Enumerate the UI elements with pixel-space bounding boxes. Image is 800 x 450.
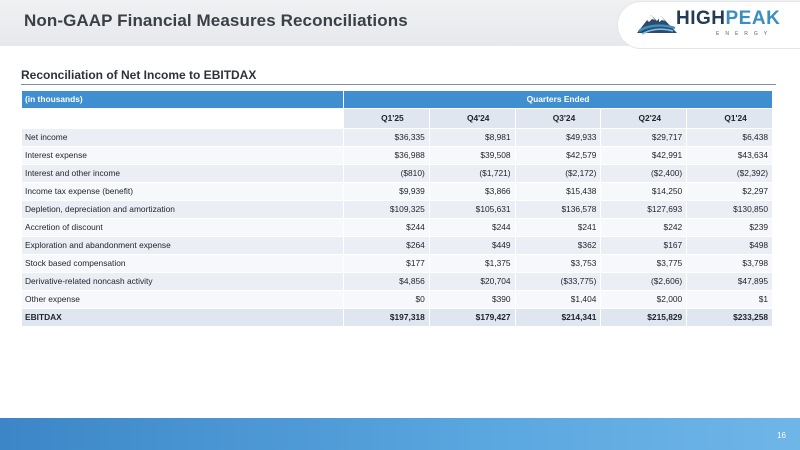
row-label: Depletion, depreciation and amortization <box>21 200 344 219</box>
row-value: $197,318 <box>343 308 430 327</box>
row-value: $264 <box>343 236 430 255</box>
row-value: $15,438 <box>514 182 602 201</box>
row-value: $20,704 <box>428 272 516 291</box>
row-value: $42,579 <box>514 146 602 165</box>
row-value: $127,693 <box>600 200 688 219</box>
row-value: $362 <box>514 236 602 255</box>
row-label: Other expense <box>21 290 344 309</box>
table-row: Accretion of discount $244 $244 $241 $242 $23… <box>21 218 774 237</box>
table-row: Stock based compensation $177 $1,375 $3,753… <box>21 254 774 273</box>
row-label: Exploration and abandonment expense <box>21 236 344 255</box>
table-row: Other expense $0 $390 $1,404 $2,000 $1 <box>21 290 774 309</box>
row-value: $167 <box>600 236 688 255</box>
row-value: $36,335 <box>343 128 430 147</box>
row-value: $2,000 <box>600 290 688 309</box>
row-value: $177 <box>343 254 430 273</box>
row-value: $47,895 <box>686 272 774 291</box>
row-value: $105,631 <box>428 200 516 219</box>
slide-footer: 16 <box>0 418 800 450</box>
reconciliation-table: (in thousands) Quarters Ended Q1'25 Q4'2… <box>21 90 774 327</box>
row-value: ($33,775) <box>514 272 602 291</box>
row-label: Interest and other income <box>21 164 344 183</box>
brand-logo: HIGHPEAK <box>676 9 780 29</box>
mountain-peak-icon <box>637 15 677 35</box>
column-header: Q3'24 <box>514 108 602 129</box>
logo-subtext: ENERGY <box>716 31 774 37</box>
row-value: $244 <box>343 218 430 237</box>
row-value: $449 <box>428 236 516 255</box>
column-header: Q4'24 <box>428 108 516 129</box>
row-value: $14,250 <box>600 182 688 201</box>
row-value: ($2,172) <box>514 164 602 183</box>
table-total-row: EBITDAX $197,318 $179,427 $214,341 $215,829 $… <box>21 308 774 327</box>
column-header-row: Q1'25 Q4'24 Q3'24 Q2'24 Q1'24 <box>21 108 774 129</box>
section-title: Reconciliation of Net Income to EBITDAX <box>21 68 257 82</box>
row-value: $1 <box>686 290 774 309</box>
row-value: $241 <box>514 218 602 237</box>
row-value: $3,798 <box>686 254 774 273</box>
group-header: Quarters Ended <box>342 90 774 109</box>
row-value: ($2,392) <box>686 164 774 183</box>
units-label: (in thousands) <box>21 90 344 109</box>
row-value: $49,933 <box>514 128 602 147</box>
row-value: ($1,721) <box>428 164 516 183</box>
row-value: $8,981 <box>428 128 516 147</box>
row-value: $3,775 <box>600 254 688 273</box>
logo-word-high: HIGH <box>676 8 726 29</box>
row-value: ($2,400) <box>600 164 688 183</box>
row-value: $215,829 <box>600 308 688 327</box>
row-label: EBITDAX <box>21 308 344 327</box>
table-row: Interest and other income ($810) ($1,721)(… <box>21 164 774 183</box>
row-value: $109,325 <box>343 200 430 219</box>
column-header: Q1'25 <box>343 108 430 129</box>
table-row: Interest expense $36,988 $39,508 $42,579 $42… <box>21 146 774 165</box>
logo-word-peak: PEAK <box>725 8 781 29</box>
row-value: $244 <box>428 218 516 237</box>
row-value: $233,258 <box>686 308 774 327</box>
row-value: $29,717 <box>600 128 688 147</box>
row-value: ($2,606) <box>600 272 688 291</box>
row-label: Income tax expense (benefit) <box>21 182 344 201</box>
row-value: $43,634 <box>686 146 774 165</box>
row-value: $0 <box>343 290 430 309</box>
row-value: $36,988 <box>343 146 430 165</box>
column-header: Q2'24 <box>600 108 688 129</box>
table-row: Net income $36,335 $8,981 $49,933 $29,717 $6,… <box>21 128 774 147</box>
row-value: $39,508 <box>428 146 516 165</box>
row-value: $242 <box>600 218 688 237</box>
table-body: Net income $36,335 $8,981 $49,933 $29,717 $6,… <box>21 128 774 327</box>
table-row: Income tax expense (benefit) $9,939 $3,866… <box>21 182 774 201</box>
table-row: Depletion, depreciation and amortization… <box>21 200 774 219</box>
row-value: $498 <box>686 236 774 255</box>
row-value: $3,866 <box>428 182 516 201</box>
row-label: Interest expense <box>21 146 344 165</box>
row-value: ($810) <box>343 164 430 183</box>
row-value: $42,991 <box>600 146 688 165</box>
row-value: $1,404 <box>514 290 602 309</box>
table-row: Derivative-related noncash activity $4,85… <box>21 272 774 291</box>
row-value: $214,341 <box>514 308 602 327</box>
row-value: $239 <box>686 218 774 237</box>
row-label: Accretion of discount <box>21 218 344 237</box>
row-label: Derivative-related noncash activity <box>21 272 344 291</box>
row-label: Stock based compensation <box>21 254 344 273</box>
page-title: Non-GAAP Financial Measures Reconciliati… <box>24 11 408 30</box>
row-value: $9,939 <box>343 182 430 201</box>
row-value: $179,427 <box>428 308 516 327</box>
row-value: $4,856 <box>343 272 430 291</box>
row-value: $6,438 <box>686 128 774 147</box>
row-label: Net income <box>21 128 344 147</box>
table-row: Exploration and abandonment expense $264 $… <box>21 236 774 255</box>
row-value: $1,375 <box>428 254 516 273</box>
page-number: 16 <box>777 431 786 440</box>
row-value: $390 <box>428 290 516 309</box>
table-header-row: (in thousands) Quarters Ended <box>21 90 774 109</box>
row-value: $2,297 <box>686 182 774 201</box>
column-header-blank <box>21 108 344 129</box>
row-value: $3,753 <box>514 254 602 273</box>
row-value: $136,578 <box>514 200 602 219</box>
column-header: Q1'24 <box>686 108 774 129</box>
section-divider <box>21 84 776 85</box>
row-value: $130,850 <box>686 200 774 219</box>
